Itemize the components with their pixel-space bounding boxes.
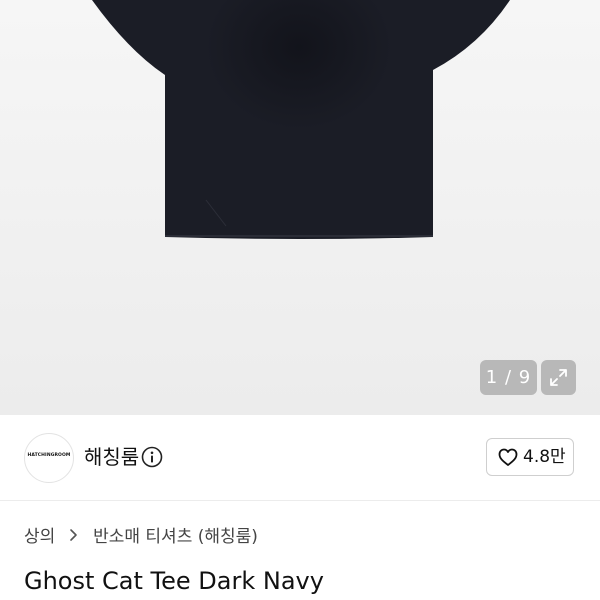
like-count: 4.8만: [523, 447, 566, 467]
chevron-right-icon: [69, 524, 78, 550]
breadcrumb-category[interactable]: 상의: [24, 524, 55, 550]
product-title: Ghost Cat Tee Dark Navy: [24, 567, 324, 595]
breadcrumb: 상의 반소매 티셔츠 (해칭룸): [24, 524, 258, 550]
heart-icon: [498, 448, 518, 466]
image-counter: 1 / 9: [480, 360, 537, 395]
shop-logo[interactable]: HATCHINGROOM: [24, 433, 74, 483]
like-button[interactable]: 4.8만: [486, 438, 574, 476]
product-gallery[interactable]: 1 / 9: [0, 0, 600, 415]
expand-button[interactable]: [541, 360, 576, 395]
expand-icon: [550, 369, 567, 386]
info-icon[interactable]: [141, 446, 163, 468]
product-page: 1 / 9 HATCHINGROOM 해칭룸 4.8만 상의 반소매 티셔츠 (…: [0, 0, 600, 600]
breadcrumb-subcategory[interactable]: 반소매 티셔츠 (해칭룸): [93, 524, 258, 550]
shop-logo-text: HATCHINGROOM: [27, 453, 71, 458]
product-image: [0, 0, 600, 415]
seller-row: HATCHINGROOM 해칭룸 4.8만: [0, 415, 600, 501]
shop-name[interactable]: 해칭룸: [84, 443, 139, 471]
